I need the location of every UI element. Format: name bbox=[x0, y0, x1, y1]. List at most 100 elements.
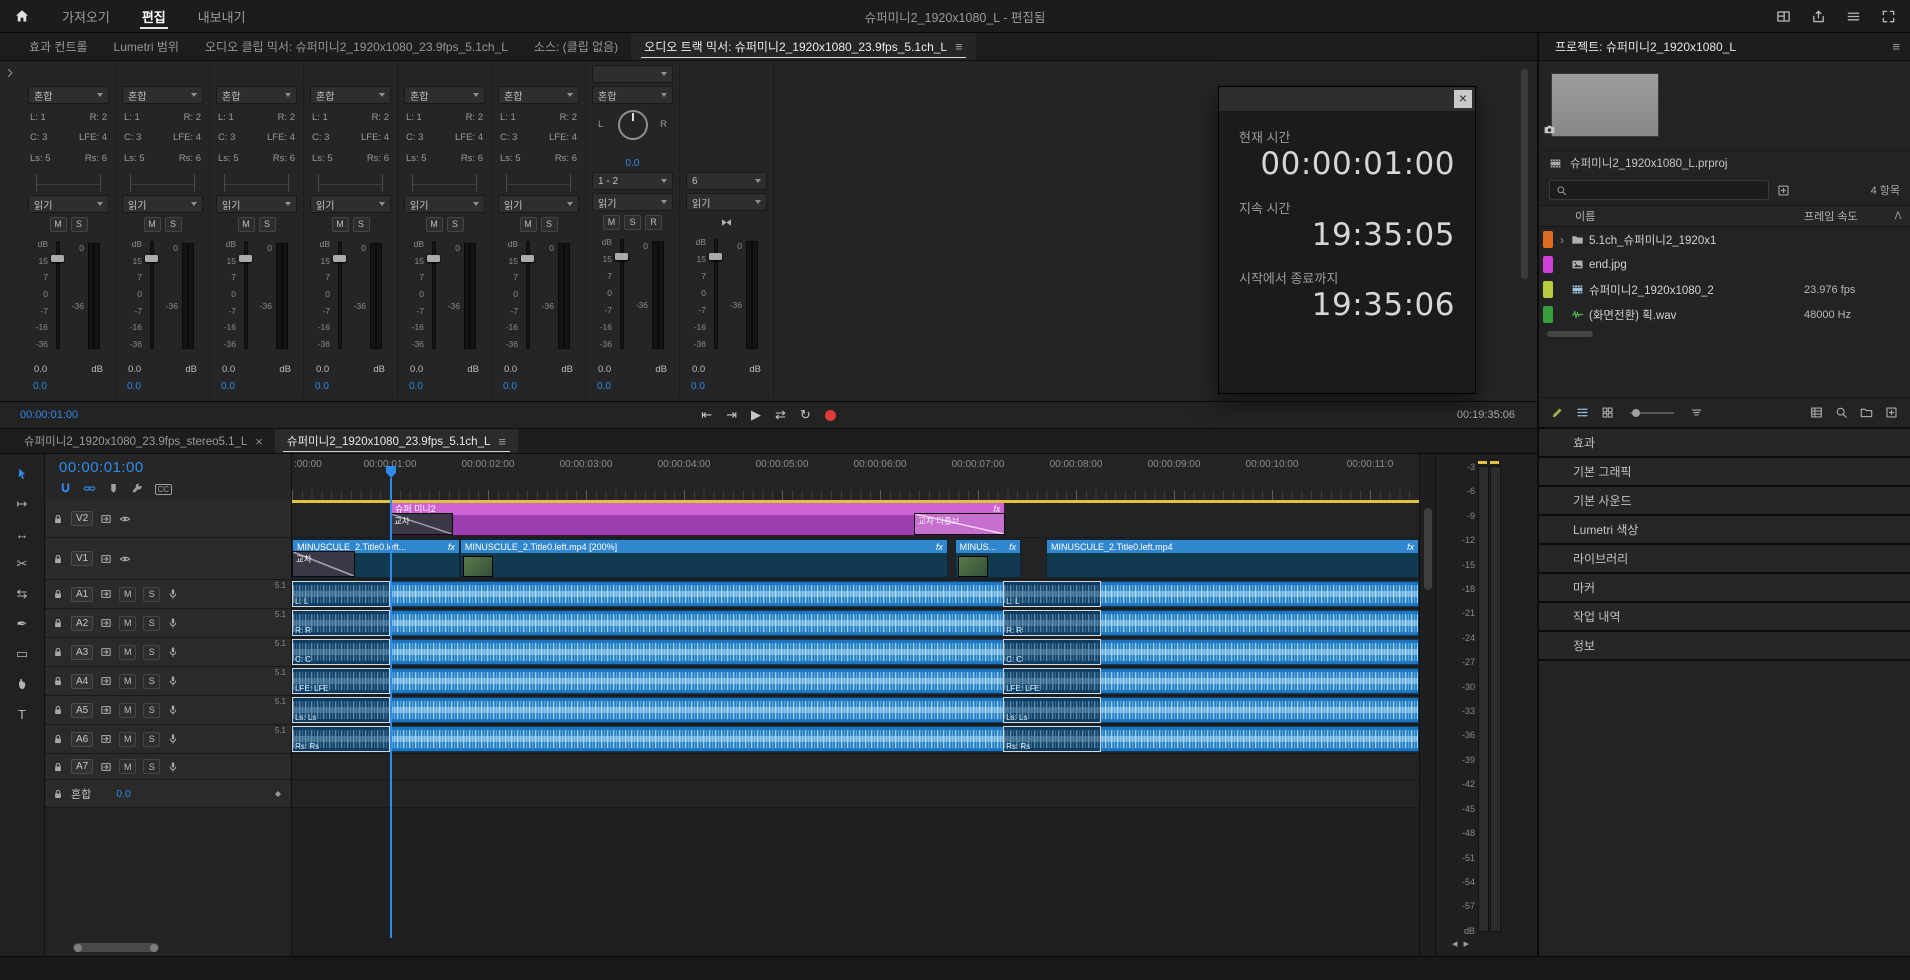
transition-clip[interactable]: 교차 bbox=[390, 513, 454, 535]
mute-button[interactable]: M bbox=[49, 216, 67, 232]
audio-clip-segment[interactable]: C: C bbox=[1003, 639, 1102, 665]
slip-tool[interactable]: ⇆ bbox=[17, 586, 28, 602]
solo-button[interactable]: S bbox=[70, 216, 88, 232]
automation-mode-select[interactable]: 읽기 bbox=[404, 195, 485, 213]
volume-fader[interactable] bbox=[50, 239, 66, 359]
fader-handle-icon[interactable] bbox=[239, 254, 252, 262]
audio-clip[interactable] bbox=[390, 697, 1419, 723]
track-lane-a1[interactable]: L: L L: L bbox=[292, 580, 1419, 608]
audio-clip[interactable] bbox=[390, 726, 1419, 752]
captions-icon[interactable]: CC bbox=[155, 481, 172, 495]
project-item-row[interactable]: (화면전환) 획.wav 48000 Hz bbox=[1539, 302, 1910, 327]
solo-button[interactable]: S bbox=[352, 216, 370, 232]
audio-clip[interactable] bbox=[390, 639, 1419, 665]
snap-icon[interactable] bbox=[59, 482, 72, 495]
panel-tab[interactable]: 오디오 트랙 믹서: 슈퍼미니2_1920x1080_23.9fps_5.1ch… bbox=[631, 33, 976, 60]
video-clip[interactable]: 슈퍼 미니2 fx bbox=[390, 501, 1006, 536]
source-patch-icon[interactable] bbox=[100, 704, 112, 716]
mute-button[interactable]: M bbox=[331, 216, 349, 232]
search-input[interactable] bbox=[1573, 184, 1762, 196]
workspaces-icon[interactable] bbox=[1776, 9, 1791, 24]
project-item-row[interactable]: end.jpg bbox=[1539, 252, 1910, 277]
audio-clip-head[interactable]: LFE: LFE bbox=[292, 668, 391, 694]
automation-mode-select[interactable]: 읽기 bbox=[498, 195, 579, 213]
track-name-master[interactable]: 혼합 bbox=[71, 786, 91, 802]
mute-button[interactable]: M bbox=[143, 216, 161, 232]
channel-output-select[interactable]: 6 bbox=[686, 172, 767, 190]
track-name-v1[interactable]: V1 bbox=[71, 551, 94, 566]
automation-mode-select[interactable]: 읽기 bbox=[216, 195, 297, 213]
play-in-out-button[interactable]: ⇄ bbox=[775, 407, 786, 423]
mic-icon[interactable] bbox=[167, 675, 179, 687]
pan-knob-icon[interactable] bbox=[617, 110, 648, 140]
eye-icon[interactable] bbox=[119, 553, 131, 565]
audio-clip-segment[interactable]: Rs: Rs bbox=[1003, 726, 1102, 752]
video-clip[interactable]: MINUSCULE_2.Title0.left.mp4 [200%] fx bbox=[459, 539, 948, 578]
mute-button[interactable]: M bbox=[119, 586, 137, 602]
quick-export-icon[interactable] bbox=[1811, 9, 1826, 24]
track-lane-v2[interactable]: 슈퍼 미니2 fx 교차 교차 디졸브 bbox=[292, 500, 1419, 537]
project-list-header[interactable]: 이름 프레임 속도 ᐱ bbox=[1539, 205, 1910, 227]
track-lane-a4[interactable]: LFE: LFE LFE: LFE bbox=[292, 667, 1419, 695]
empty-lane[interactable] bbox=[292, 808, 1419, 956]
mute-button[interactable]: M bbox=[425, 216, 443, 232]
project-list-scrollbar[interactable] bbox=[1547, 329, 1902, 339]
list-view-icon[interactable] bbox=[1576, 406, 1589, 419]
volume-fader[interactable] bbox=[708, 237, 724, 359]
label-chip[interactable] bbox=[1543, 281, 1553, 298]
panel-tab-기본 그래픽[interactable]: 기본 그래픽 bbox=[1539, 458, 1910, 487]
audio-clip[interactable] bbox=[390, 610, 1419, 636]
mic-icon[interactable] bbox=[167, 588, 179, 600]
video-clip[interactable]: MINUSCULE_2.Title0.left.mp4 fx bbox=[1045, 539, 1419, 578]
solo-button[interactable]: S bbox=[143, 615, 161, 631]
sort-caret-icon[interactable]: ᐱ bbox=[1890, 211, 1906, 222]
panel-tab-라이브러리[interactable]: 라이브러리 bbox=[1539, 545, 1910, 574]
solo-button[interactable]: S bbox=[143, 644, 161, 660]
pen-tool[interactable]: ✒ bbox=[17, 616, 28, 632]
rectangle-tool[interactable]: ▭ bbox=[16, 646, 28, 662]
sequence-timecode[interactable]: 00:00:01:00 bbox=[59, 459, 291, 476]
header-tab-가져오기[interactable]: 가져오기 bbox=[46, 0, 126, 32]
app-menu-icon[interactable] bbox=[1846, 9, 1861, 24]
source-patch-icon[interactable] bbox=[100, 761, 112, 773]
zoom-slider-knob[interactable] bbox=[1632, 408, 1640, 417]
solo-button[interactable]: S bbox=[143, 759, 161, 774]
column-frame-rate[interactable]: 프레임 속도 bbox=[1804, 208, 1890, 224]
meter-prev-icon[interactable]: ◂ bbox=[1452, 937, 1458, 950]
meter-peak-value[interactable]: 0.0 bbox=[122, 381, 203, 395]
pan-control[interactable]: L R 0.0 bbox=[592, 107, 673, 169]
ripple-edit-tool[interactable]: ↔ bbox=[16, 526, 29, 542]
automation-mode-select[interactable]: 읽기 bbox=[310, 195, 391, 213]
strip-output-select[interactable]: 혼합 bbox=[216, 86, 297, 104]
fader-handle-icon[interactable] bbox=[427, 254, 440, 262]
hand-tool[interactable] bbox=[15, 676, 29, 692]
track-name-a6[interactable]: A6 bbox=[71, 731, 94, 747]
automation-mode-select[interactable]: 읽기 bbox=[122, 195, 203, 213]
track-name-a7[interactable]: A7 bbox=[71, 759, 94, 774]
selection-tool[interactable] bbox=[15, 466, 29, 482]
fader-handle-icon[interactable] bbox=[333, 254, 346, 262]
audio-clip-head[interactable]: C: C bbox=[292, 639, 391, 665]
mute-button[interactable]: M bbox=[119, 673, 137, 689]
mic-icon[interactable] bbox=[167, 733, 179, 745]
volume-fader[interactable] bbox=[520, 239, 536, 359]
writable-pencil-icon[interactable] bbox=[1551, 406, 1564, 419]
track-name-a3[interactable]: A3 bbox=[71, 644, 94, 660]
track-lane-a6[interactable]: Rs: Rs Rs: Rs bbox=[292, 725, 1419, 753]
automation-mode-select[interactable]: 읽기 bbox=[592, 193, 673, 211]
razor-tool[interactable]: ✂ bbox=[17, 556, 28, 572]
lock-icon[interactable] bbox=[52, 761, 64, 773]
audio-clip[interactable] bbox=[390, 581, 1419, 607]
track-lane-v1[interactable]: MINUSCULE_2.Title0.left... fx 교차 MINUSCULE_… bbox=[292, 538, 1419, 579]
timeline-vertical-scrollbar[interactable] bbox=[1419, 454, 1435, 956]
panel-tab[interactable]: 오디오 클립 믹서: 슈퍼미니2_1920x1080_23.9fps_5.1ch… bbox=[192, 33, 521, 60]
lock-icon[interactable] bbox=[52, 704, 64, 716]
source-patch-icon[interactable] bbox=[100, 646, 112, 658]
label-chip[interactable] bbox=[1543, 231, 1553, 248]
go-to-out-button[interactable]: ⇥ bbox=[726, 407, 737, 423]
meter-peak-value[interactable]: 0.0 bbox=[592, 381, 673, 395]
find-icon[interactable] bbox=[1835, 406, 1848, 419]
meter-footer-icons[interactable]: ◂ ▸ bbox=[1452, 937, 1469, 950]
fader-value[interactable]: 0.0 bbox=[410, 364, 423, 378]
meter-peak-value[interactable]: 0.0 bbox=[404, 381, 485, 395]
